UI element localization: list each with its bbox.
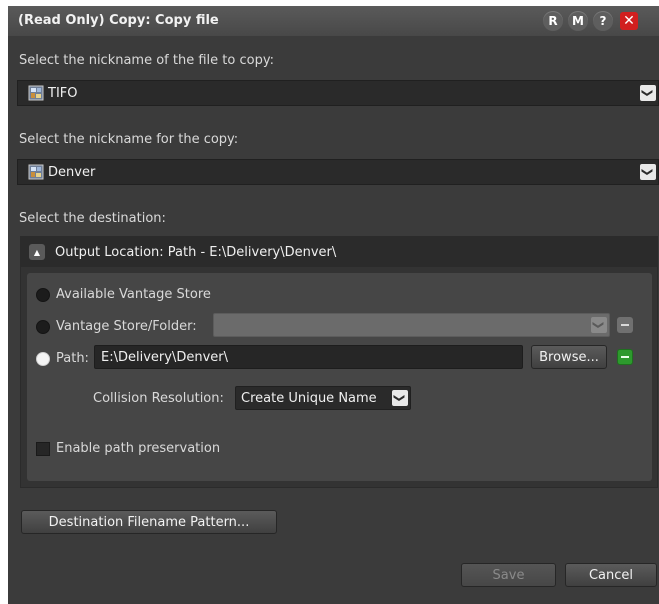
copy-nickname-value: Denver xyxy=(48,165,96,180)
cancel-button[interactable]: Cancel xyxy=(565,563,657,587)
dialog-title: (Read Only) Copy: Copy file xyxy=(18,13,219,28)
output-location-header[interactable]: ▲ Output Location: Path - E:\Delivery\De… xyxy=(21,237,658,267)
path-preservation-checkbox[interactable] xyxy=(36,442,50,456)
path-input[interactable]: E:\Delivery\Denver\ xyxy=(94,345,523,369)
source-nickname-select[interactable]: TIFO ❯ xyxy=(17,80,659,106)
copy-nickname-select[interactable]: Denver ❯ xyxy=(17,159,659,185)
source-label: Select the nickname of the file to copy: xyxy=(19,53,274,68)
collision-select[interactable]: Create Unique Name ❯ xyxy=(235,386,411,410)
chevron-down-icon[interactable]: ❯ xyxy=(640,164,656,180)
path-preservation-label: Enable path preservation xyxy=(56,441,221,456)
output-location-title: Output Location: Path - E:\Delivery\Denv… xyxy=(55,245,337,260)
m-button[interactable]: M xyxy=(568,11,588,31)
chevron-down-icon[interactable]: ❯ xyxy=(640,85,656,101)
store-folder-radio[interactable] xyxy=(36,320,50,334)
triangle-up-icon[interactable]: ▲ xyxy=(29,244,45,260)
store-folder-select[interactable]: ❯ xyxy=(213,313,610,337)
help-button[interactable]: ? xyxy=(593,11,613,31)
save-button[interactable]: Save xyxy=(461,563,556,587)
chevron-down-icon[interactable]: ❯ xyxy=(392,390,408,406)
destination-label: Select the destination: xyxy=(19,211,166,226)
close-button[interactable]: ✕ xyxy=(620,12,638,30)
source-nickname-value: TIFO xyxy=(48,86,78,101)
output-location-group: ▲ Output Location: Path - E:\Delivery\De… xyxy=(20,236,658,488)
filename-pattern-button[interactable]: Destination Filename Pattern... xyxy=(21,510,277,534)
copy-file-dialog: (Read Only) Copy: Copy file R M ? ✕ Sele… xyxy=(8,6,659,604)
file-image-icon xyxy=(28,164,44,184)
file-image-icon xyxy=(28,85,44,105)
collision-label: Collision Resolution: xyxy=(93,391,224,406)
minus-icon[interactable] xyxy=(617,317,633,333)
r-button[interactable]: R xyxy=(543,11,563,31)
path-value: E:\Delivery\Denver\ xyxy=(101,350,228,365)
output-location-body: Available Vantage Store Vantage Store/Fo… xyxy=(27,273,652,481)
browse-button[interactable]: Browse... xyxy=(531,345,607,369)
minus-green-icon[interactable] xyxy=(617,349,633,365)
available-store-radio[interactable] xyxy=(36,288,50,302)
path-radio[interactable] xyxy=(36,352,50,366)
available-store-label: Available Vantage Store xyxy=(56,287,211,302)
path-label: Path: xyxy=(56,351,89,366)
title-bar: (Read Only) Copy: Copy file R M ? ✕ xyxy=(8,6,659,36)
store-folder-label: Vantage Store/Folder: xyxy=(56,319,197,334)
collision-value: Create Unique Name xyxy=(241,391,377,406)
chevron-down-icon[interactable]: ❯ xyxy=(591,317,607,333)
copy-label: Select the nickname for the copy: xyxy=(19,132,239,147)
